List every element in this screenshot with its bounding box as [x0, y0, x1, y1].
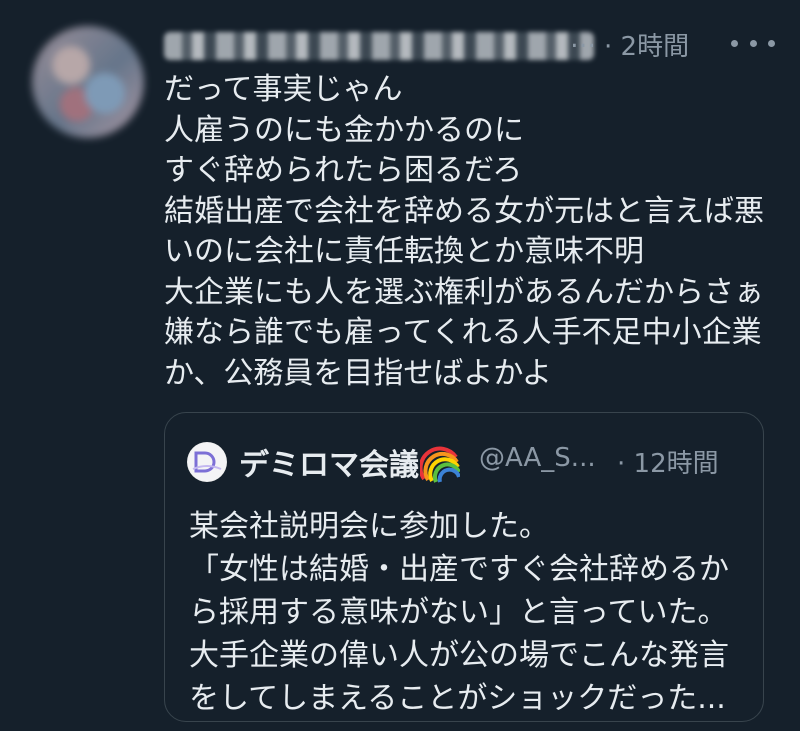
tweet-line: いのに会社に責任転換とか意味不明	[164, 234, 644, 269]
tweet[interactable]: … · 2時間 だって事実じゃん人雇うのにも金かかるのに すぐ辞められたら困るだろ…	[0, 0, 800, 731]
quoted-line: をしてしまえることがショックだった...	[189, 681, 726, 716]
dot	[768, 39, 775, 47]
quoted-line: 某会社説明会に参加した。	[189, 509, 549, 544]
quoted-avatar-logo-icon	[188, 443, 226, 481]
dot	[749, 39, 757, 47]
tweet-line: か、公務員を目指せばよかよ	[164, 355, 552, 391]
quoted-line: ら採用する意味がない」と言っていた。	[189, 595, 728, 630]
tweet-line: 大企業にも人を選ぶ権利があるんだからさぁ	[164, 274, 764, 310]
user-avatar[interactable]	[32, 26, 144, 138]
tweet-line: 人雇うのにも金かかるのに	[164, 112, 524, 148]
tweet-line: 嫌なら誰でも雇ってくれる人手不足中小企業	[164, 315, 762, 350]
quoted-line: 大手企業の偉い人が公の場でこんな発言	[189, 638, 729, 673]
tweet-timestamp[interactable]: · 2時間	[604, 26, 689, 63]
tweet-line: すぐ辞められたら困るだろ	[164, 153, 523, 188]
tweet-text: だって事実じゃん人雇うのにも金かかるのに すぐ辞められたら困るだろ結婚出産で会社を…	[164, 70, 784, 394]
quoted-timestamp[interactable]: · 12時間	[617, 443, 719, 480]
quoted-avatar[interactable]	[187, 442, 227, 482]
rainbow-icon	[420, 446, 460, 483]
obscured-username[interactable]	[164, 32, 594, 60]
dot	[731, 39, 738, 47]
quoted-line: 「女性は結婚・出産ですぐ会社辞めるか	[189, 552, 729, 587]
tweet-line: だって事実じゃん	[164, 72, 403, 107]
quoted-handle[interactable]: @AA_S...	[479, 443, 596, 473]
quoted-display-name[interactable]: デミロマ会議	[239, 440, 419, 484]
handle-ellipsis: …	[570, 24, 596, 54]
more-options-icon[interactable]	[731, 28, 775, 58]
quoted-text: 某会社説明会に参加した。「女性は結婚・出産ですぐ会社辞めるか ら採用する意味がない…	[189, 505, 759, 720]
quoted-tweet[interactable]: デミロマ会議 @AA_S... · 12時間 某会社説明会に参加した。「女性は結…	[164, 412, 764, 722]
tweet-header	[164, 24, 594, 68]
tweet-line: 結婚出産で会社を辞める女が元はと言えば悪	[164, 193, 764, 229]
